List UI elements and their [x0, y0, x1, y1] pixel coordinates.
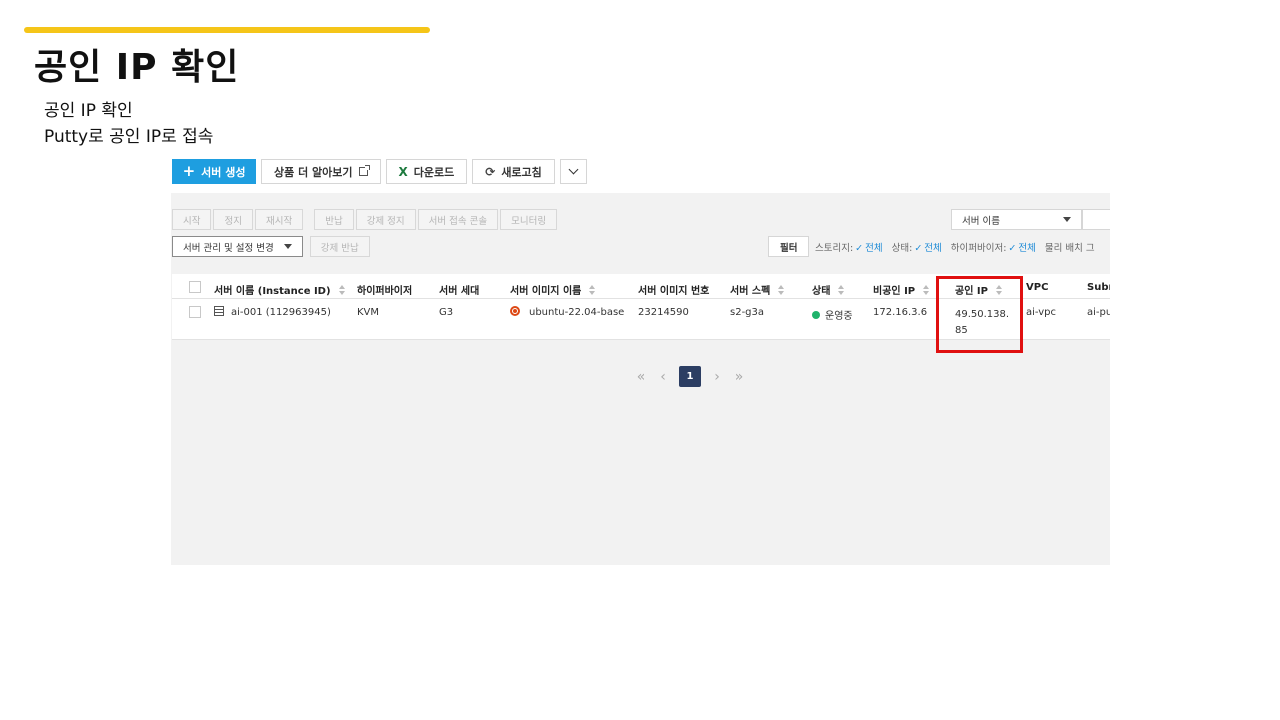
force-return-button[interactable]: 강제 반납: [309, 236, 370, 257]
slide-title: 공인 IP 확인: [34, 47, 240, 88]
monitoring-button[interactable]: 모니터링: [500, 209, 558, 230]
hypervisor-cell: KVM: [357, 307, 380, 318]
filter-storage[interactable]: 스토리지: ✓ 전체: [815, 240, 883, 254]
page-number-button[interactable]: 1: [679, 366, 701, 387]
title-accent-bar: [24, 27, 430, 33]
sort-icon: [778, 285, 785, 295]
filter-hypervisor[interactable]: 하이퍼바이저: ✓ 전체: [951, 240, 1036, 254]
check-icon: ✓: [1008, 243, 1017, 254]
ubuntu-icon: [510, 306, 520, 316]
search-field-select[interactable]: 서버 이름: [951, 209, 1082, 230]
learn-more-label: 상품 더 알아보기: [274, 165, 353, 179]
col-vpc: VPC: [1026, 282, 1049, 293]
prev-page-icon[interactable]: ‹: [657, 369, 669, 385]
col-image-name[interactable]: 서버 이미지 이름: [510, 282, 596, 297]
next-page-icon[interactable]: ›: [711, 369, 723, 385]
return-button[interactable]: 반납: [314, 209, 354, 230]
filter-physical-placement[interactable]: 물리 배치 그: [1045, 240, 1095, 254]
vpc-cell: ai-vpc: [1026, 307, 1057, 318]
bullet-item: 공인 IP 확인: [44, 101, 133, 121]
server-settings-dropdown[interactable]: 서버 관리 및 설정 변경: [172, 236, 303, 257]
server-console-panel: 시작 정지 재시작 반납 강제 정지 서버 접속 콘솔 모니터링 서버 관리 및…: [171, 193, 1110, 565]
subnet-cell: ai-pul: [1087, 307, 1110, 318]
force-stop-button[interactable]: 강제 정지: [355, 209, 416, 230]
refresh-label: 새로고침: [501, 165, 542, 179]
learn-more-button[interactable]: 상품 더 알아보기: [261, 159, 381, 184]
sort-icon: [589, 285, 596, 295]
check-icon: ✓: [914, 243, 923, 254]
bullet-item: Putty로 공인 IP로 접속: [44, 127, 214, 147]
restart-button[interactable]: 재시작: [254, 209, 304, 230]
external-link-icon: [358, 165, 370, 176]
filter-status[interactable]: 상태: ✓ 전체: [892, 240, 942, 254]
search-input[interactable]: [1082, 209, 1110, 230]
image-name-cell: ubuntu-22.04-base: [510, 306, 624, 318]
pagination: « ‹ 1 › »: [635, 366, 745, 387]
col-generation: 서버 세대: [439, 286, 480, 297]
first-page-icon[interactable]: «: [635, 369, 647, 385]
start-button[interactable]: 시작: [172, 209, 212, 230]
public-ip-highlight-box: [936, 276, 1023, 353]
server-settings-label: 서버 관리 및 설정 변경: [183, 242, 274, 254]
caret-down-icon: [283, 244, 292, 249]
sort-icon: [838, 285, 845, 295]
chevron-down-icon: [568, 164, 579, 175]
search-field-value: 서버 이름: [962, 215, 1000, 227]
console-access-button[interactable]: 서버 접속 콘솔: [417, 209, 499, 230]
more-options-button[interactable]: [559, 159, 587, 184]
refresh-button[interactable]: ⟳ 새로고침: [472, 159, 555, 184]
col-private-ip[interactable]: 비공인 IP: [873, 282, 930, 297]
generation-cell: G3: [439, 307, 454, 318]
private-ip-cell: 172.16.3.6: [873, 307, 928, 318]
col-status[interactable]: 상태: [812, 282, 845, 297]
spec-cell: s2-g3a: [730, 307, 765, 318]
plus-icon: +: [182, 162, 196, 180]
sort-icon: [923, 285, 930, 295]
create-server-label: 서버 생성: [201, 165, 246, 179]
filter-chips: 스토리지: ✓ 전체 상태: ✓ 전체 하이퍼바이저: ✓ 전체 물리 배치 그: [815, 240, 1095, 254]
sort-icon: [338, 285, 345, 295]
row-checkbox[interactable]: [189, 306, 201, 318]
server-name-cell[interactable]: ai-001 (112963945): [214, 306, 331, 318]
download-label: 다운로드: [413, 165, 455, 179]
col-subnet: Subn: [1087, 282, 1110, 293]
col-spec[interactable]: 서버 스펙: [730, 282, 785, 297]
filter-button[interactable]: 필터: [768, 236, 810, 257]
excel-icon: X: [398, 164, 408, 179]
status-cell: 운영중: [812, 307, 853, 322]
select-all-checkbox[interactable]: [189, 281, 201, 293]
refresh-icon: ⟳: [485, 164, 496, 179]
col-hypervisor: 하이퍼바이저: [357, 286, 413, 297]
col-server-name[interactable]: 서버 이름 (Instance ID): [214, 282, 345, 297]
bullet-list: 공인 IP 확인 Putty로 공인 IP로 접속: [44, 98, 213, 150]
top-toolbar: + 서버 생성 상품 더 알아보기 X 다운로드 ⟳ 새로고침: [172, 159, 587, 184]
download-button[interactable]: X 다운로드: [385, 159, 468, 184]
create-server-button[interactable]: + 서버 생성: [172, 159, 256, 184]
status-running-icon: [812, 311, 820, 319]
stop-button[interactable]: 정지: [213, 209, 253, 230]
management-bar: 서버 관리 및 설정 변경 강제 반납: [172, 236, 370, 257]
caret-down-icon: [1063, 217, 1071, 222]
last-page-icon[interactable]: »: [733, 369, 745, 385]
server-icon: [214, 306, 224, 316]
image-number-cell: 23214590: [638, 307, 689, 318]
check-icon: ✓: [855, 243, 864, 254]
server-action-bar: 시작 정지 재시작 반납 강제 정지 서버 접속 콘솔 모니터링: [172, 209, 558, 230]
col-image-number: 서버 이미지 번호: [638, 286, 710, 297]
